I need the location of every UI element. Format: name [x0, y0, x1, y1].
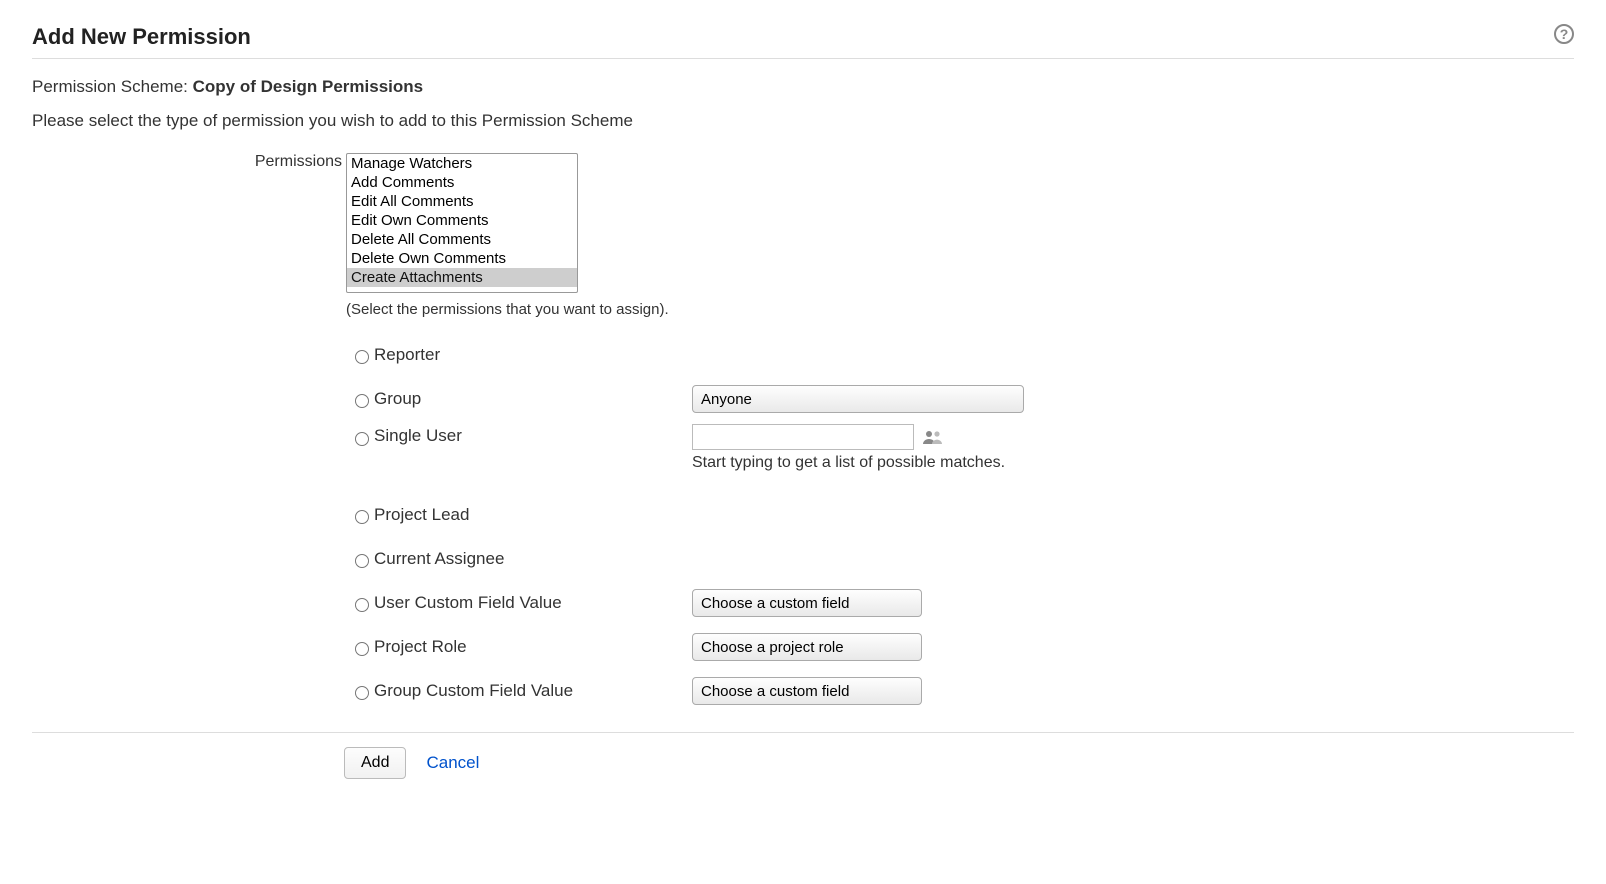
scheme-line: Permission Scheme: Copy of Design Permis… [32, 77, 1574, 97]
cancel-link[interactable]: Cancel [426, 753, 479, 773]
instruction-text: Please select the type of permission you… [32, 111, 1574, 131]
radio-group-custom-field[interactable] [355, 685, 369, 701]
help-icon[interactable]: ? [1554, 24, 1574, 44]
permission-option[interactable]: Delete All Comments [347, 230, 577, 249]
single-user-input[interactable] [692, 424, 914, 450]
label-project-lead: Project Lead [372, 505, 692, 525]
radio-user-custom-field[interactable] [355, 597, 369, 613]
single-user-hint: Start typing to get a list of possible m… [692, 454, 1005, 472]
group-select[interactable]: Anyone [692, 385, 1024, 413]
label-single-user: Single User [372, 424, 692, 446]
radio-single-user[interactable] [355, 431, 369, 447]
permission-option[interactable]: Create Attachments [347, 268, 577, 287]
permission-option[interactable]: Edit All Comments [347, 192, 577, 211]
scheme-prefix: Permission Scheme: [32, 77, 193, 96]
group-custom-field-select[interactable]: Choose a custom field [692, 677, 922, 705]
page-title: Add New Permission [32, 24, 251, 50]
label-current-assignee: Current Assignee [372, 549, 692, 569]
footer-divider [32, 732, 1574, 733]
radio-current-assignee[interactable] [355, 553, 369, 569]
project-role-select[interactable]: Choose a project role [692, 633, 922, 661]
label-group-custom-field: Group Custom Field Value [372, 681, 692, 701]
label-user-custom-field: User Custom Field Value [372, 593, 692, 613]
permission-option[interactable]: Manage Watchers [347, 154, 577, 173]
radio-project-role[interactable] [355, 641, 369, 657]
permission-option[interactable]: Edit Own Comments [347, 211, 577, 230]
label-project-role: Project Role [372, 637, 692, 657]
radio-reporter[interactable] [355, 349, 369, 365]
user-picker-icon[interactable] [922, 429, 944, 445]
permissions-multiselect[interactable]: Manage Watchers Add Comments Edit All Co… [346, 153, 578, 293]
scheme-name: Copy of Design Permissions [193, 77, 424, 96]
permissions-label: Permissions [32, 153, 342, 171]
permission-option[interactable]: Delete Own Comments [347, 249, 577, 268]
permission-option[interactable]: Add Comments [347, 173, 577, 192]
label-group: Group [372, 389, 692, 409]
user-custom-field-select[interactable]: Choose a custom field [692, 589, 922, 617]
add-button[interactable]: Add [344, 747, 406, 779]
label-reporter: Reporter [372, 345, 692, 365]
radio-group[interactable] [355, 393, 369, 409]
permissions-hint: (Select the permissions that you want to… [346, 301, 669, 318]
radio-project-lead[interactable] [355, 509, 369, 525]
